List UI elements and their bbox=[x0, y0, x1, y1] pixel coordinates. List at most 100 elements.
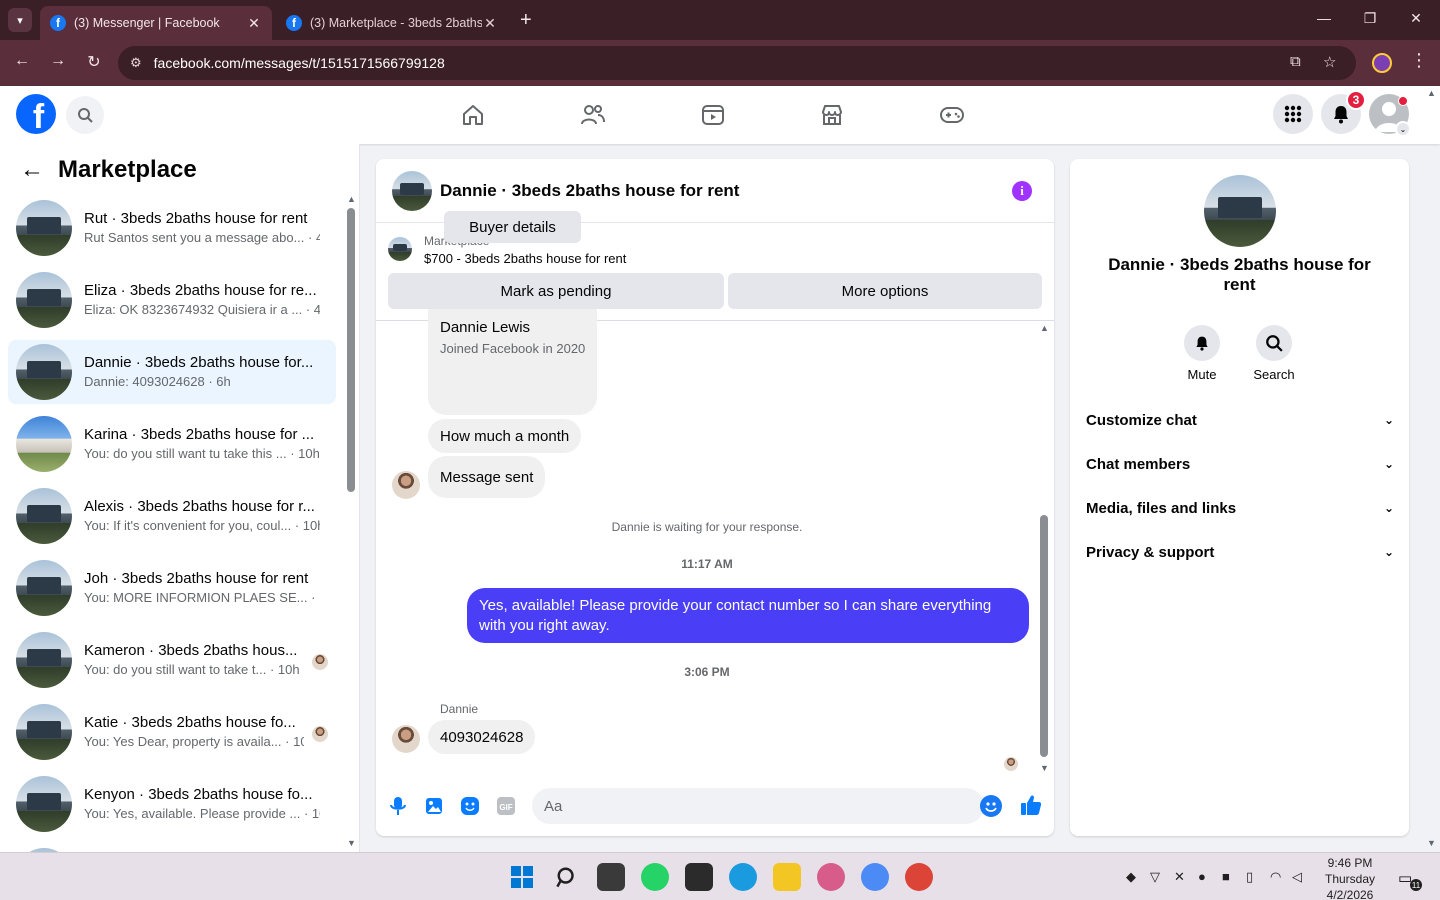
tab-close-icon[interactable]: ✕ bbox=[482, 15, 498, 32]
message-bubble[interactable]: How much a month bbox=[428, 419, 582, 453]
conversation-item[interactable]: Kenyon · 3beds 2baths house fo... You: Y… bbox=[8, 772, 336, 836]
conversation-name: Kenyon · 3beds 2baths house fo... bbox=[84, 786, 313, 803]
listing-thumbnail[interactable] bbox=[388, 237, 412, 261]
tab-search-chevron-icon[interactable]: ▾ bbox=[8, 8, 32, 32]
url-bar[interactable]: ⚙ facebook.com/messages/t/15151715667991… bbox=[118, 46, 1356, 80]
sticker-icon[interactable] bbox=[458, 794, 482, 818]
menu-grid-icon[interactable] bbox=[1273, 94, 1313, 134]
gaming-icon[interactable] bbox=[922, 98, 982, 132]
scroll-down-arrow-icon[interactable]: ▼ bbox=[1040, 763, 1049, 773]
microphone-icon[interactable] bbox=[386, 794, 410, 818]
conversation-list-scrollbar[interactable] bbox=[347, 208, 355, 492]
tray-folder-icon[interactable]: ■ bbox=[1222, 869, 1230, 884]
forward-icon[interactable]: → bbox=[47, 52, 69, 70]
system-clock[interactable]: 9:46 PM Thursday 4/2/2026 bbox=[1316, 855, 1384, 900]
browser-profile-icon[interactable] bbox=[1372, 53, 1392, 73]
scroll-down-arrow-icon[interactable]: ▼ bbox=[347, 838, 356, 848]
task-view-icon[interactable] bbox=[597, 863, 625, 891]
search-icon[interactable] bbox=[553, 863, 581, 891]
search-icon[interactable] bbox=[66, 96, 104, 134]
more-options-button[interactable]: More options bbox=[728, 273, 1042, 309]
conversation-item[interactable]: Katie · 3beds 2baths house fo... You: Ye… bbox=[8, 700, 336, 764]
reload-icon[interactable]: ↻ bbox=[83, 52, 105, 72]
page-scroll-up-arrow-icon[interactable]: ▲ bbox=[1427, 88, 1436, 98]
whatsapp-icon[interactable] bbox=[641, 863, 669, 891]
notification-center-icon[interactable]: ▭ 11 bbox=[1398, 869, 1422, 891]
mute-button[interactable]: Mute bbox=[1167, 325, 1237, 382]
scroll-up-arrow-icon[interactable]: ▲ bbox=[347, 194, 356, 204]
conversation-item[interactable] bbox=[8, 844, 336, 852]
back-icon[interactable]: ← bbox=[11, 52, 33, 70]
install-app-icon[interactable]: ⧉ bbox=[1290, 53, 1301, 70]
outgoing-message[interactable]: Yes, available! Please provide your cont… bbox=[467, 588, 1029, 643]
emoji-icon[interactable] bbox=[980, 795, 1002, 817]
home-icon[interactable] bbox=[443, 98, 503, 132]
profile-avatar[interactable] bbox=[1204, 175, 1276, 247]
edge-icon[interactable] bbox=[729, 863, 757, 891]
friends-icon[interactable] bbox=[563, 98, 623, 132]
microsoft-store-icon[interactable] bbox=[685, 863, 713, 891]
close-window-icon[interactable]: ✕ bbox=[1406, 10, 1426, 27]
conversation-item-active[interactable]: Dannie · 3beds 2baths house for... Danni… bbox=[8, 340, 336, 404]
chrome-profile-icon[interactable] bbox=[905, 863, 933, 891]
listing-avatar bbox=[16, 416, 72, 472]
chrome-icon[interactable] bbox=[861, 863, 889, 891]
conversation-item[interactable]: Karina · 3beds 2baths house for ... You:… bbox=[8, 412, 336, 476]
new-tab-icon[interactable]: + bbox=[520, 9, 532, 32]
tray-hidden-icon[interactable]: ✕ bbox=[1174, 869, 1185, 885]
chat-members-section[interactable]: Chat members ⌄ bbox=[1086, 442, 1394, 486]
tray-app-icon[interactable]: ● bbox=[1198, 869, 1206, 884]
media-files-links-section[interactable]: Media, files and links ⌄ bbox=[1086, 486, 1394, 530]
browser-tab-messenger[interactable]: f (3) Messenger | Facebook ✕ bbox=[40, 6, 272, 40]
gif-icon[interactable]: GIF bbox=[494, 794, 518, 818]
conversation-item[interactable]: Kameron · 3beds 2baths hous... You: do y… bbox=[8, 628, 336, 692]
mark-as-pending-button[interactable]: Mark as pending bbox=[388, 273, 724, 309]
image-icon[interactable] bbox=[422, 794, 446, 818]
browser-menu-icon[interactable]: ⋮ bbox=[1410, 50, 1428, 71]
conversation-item[interactable]: Rut · 3beds 2baths house for rent Rut Sa… bbox=[8, 196, 336, 260]
message-bubble[interactable]: Message sent bbox=[428, 456, 546, 498]
conversation-item[interactable]: Joh · 3beds 2baths house for rent You: M… bbox=[8, 556, 336, 620]
conversation-item[interactable]: Alexis · 3beds 2baths house for r... You… bbox=[8, 484, 336, 548]
minimize-icon[interactable]: — bbox=[1314, 10, 1334, 26]
search-conversation-button[interactable]: Search bbox=[1239, 325, 1309, 382]
marketplace-icon[interactable] bbox=[802, 98, 862, 132]
restore-icon[interactable]: ❐ bbox=[1360, 10, 1380, 27]
file-explorer-icon[interactable] bbox=[773, 863, 801, 891]
back-arrow-icon[interactable]: ← bbox=[20, 156, 44, 184]
privacy-support-section[interactable]: Privacy & support ⌄ bbox=[1086, 530, 1394, 574]
app-icon[interactable] bbox=[817, 863, 845, 891]
volume-icon[interactable]: ◁ bbox=[1292, 869, 1302, 885]
site-settings-icon[interactable]: ⚙ bbox=[130, 55, 142, 71]
wifi-icon[interactable]: ◠ bbox=[1270, 869, 1281, 885]
chevron-down-icon[interactable]: ⌄ bbox=[1395, 121, 1411, 137]
conversation-item[interactable]: Eliza · 3beds 2baths house for re... Eli… bbox=[8, 268, 336, 332]
video-icon[interactable] bbox=[683, 98, 743, 132]
thumbs-up-icon[interactable] bbox=[1019, 793, 1043, 817]
info-icon[interactable]: i bbox=[1012, 181, 1032, 201]
chat-avatar[interactable] bbox=[392, 171, 432, 211]
bookmark-star-icon[interactable]: ☆ bbox=[1323, 53, 1336, 71]
browser-tab-marketplace[interactable]: f (3) Marketplace - 3beds 2baths ✕ bbox=[276, 6, 508, 40]
battery-icon[interactable]: ▯ bbox=[1246, 869, 1253, 885]
customize-chat-section[interactable]: Customize chat ⌄ bbox=[1086, 398, 1394, 442]
facebook-logo[interactable]: f bbox=[16, 94, 56, 134]
windows-start-icon[interactable] bbox=[508, 863, 536, 891]
sender-avatar[interactable] bbox=[392, 471, 420, 499]
scroll-up-arrow-icon[interactable]: ▲ bbox=[1040, 323, 1049, 333]
vpn-icon[interactable]: ▽ bbox=[1150, 869, 1160, 885]
conversation-preview: Eliza: OK 8323674932 Quisiera ir a ... bbox=[84, 302, 303, 317]
buyer-info-card: Dannie Lewis Joined Facebook in 2020 Buy… bbox=[428, 211, 597, 415]
tab-close-icon[interactable]: ✕ bbox=[246, 15, 262, 32]
chat-scrollbar[interactable] bbox=[1040, 515, 1048, 757]
page-scroll-down-arrow-icon[interactable]: ▼ bbox=[1427, 838, 1436, 848]
message-bubble[interactable]: 4093024628 bbox=[428, 720, 536, 754]
sender-avatar[interactable] bbox=[392, 725, 420, 753]
listing-avatar bbox=[16, 488, 72, 544]
chat-title[interactable]: Dannie · 3beds 2baths house for rent bbox=[440, 181, 739, 201]
listing-avatar bbox=[16, 344, 72, 400]
listing-title[interactable]: $700 - 3beds 2baths house for rent bbox=[424, 251, 626, 266]
message-input[interactable]: Aa bbox=[532, 788, 984, 824]
buyer-details-button[interactable]: Buyer details bbox=[444, 211, 581, 243]
tray-app-icon[interactable]: ◆ bbox=[1126, 869, 1136, 885]
